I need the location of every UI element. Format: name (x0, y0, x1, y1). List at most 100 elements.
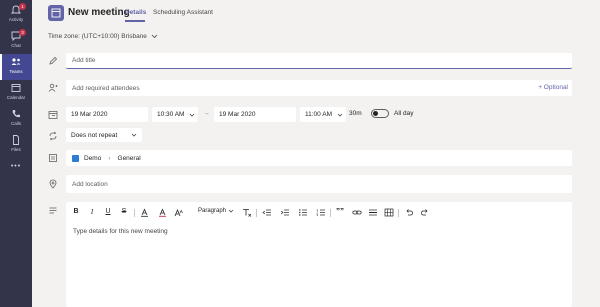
toolbar-divider (134, 209, 135, 217)
bullet-list-button[interactable] (298, 208, 308, 217)
bold-button[interactable]: B (72, 208, 80, 215)
bell-icon: 1 (10, 3, 26, 15)
attendees-placeholder: Add required attendees (72, 84, 140, 92)
svg-text:3: 3 (317, 213, 319, 217)
redo-button[interactable] (420, 208, 430, 217)
font-size-button[interactable] (174, 208, 183, 217)
timezone-label: Time zone: (UTC+10:00) Brisbane (48, 33, 147, 40)
channel-picker[interactable]: Demo › General (66, 150, 572, 166)
more-apps-button[interactable]: ••• (0, 163, 32, 175)
rail-item-chat[interactable]: 3 Chat (0, 28, 32, 54)
end-time-picker[interactable]: 11:00 AM (300, 107, 346, 122)
meeting-header: New meeting Details Scheduling Assistant (32, 0, 600, 28)
rail-item-label: Calendar (6, 95, 26, 100)
rail-item-calendar[interactable]: Calendar (0, 80, 32, 106)
end-time-value: 11:00 AM (305, 111, 332, 118)
font-size-icon (174, 208, 183, 217)
all-day-label: All day (394, 110, 414, 117)
decrease-indent-button[interactable] (262, 208, 272, 217)
toolbar-divider (256, 209, 257, 217)
start-time-value: 10:30 AM (157, 111, 185, 118)
format-toolbar: B I U S Paragraph 123 ”” (66, 206, 572, 220)
quote-button[interactable]: ”” (336, 207, 344, 216)
increase-indent-icon (280, 209, 289, 216)
location-input[interactable]: Add location (66, 175, 572, 193)
details-icon (48, 206, 58, 216)
app-rail: 1 Activity 3 Chat Teams Calendar Calls F… (0, 0, 32, 307)
calendar-icon (48, 5, 64, 21)
page-title: New meeting (68, 7, 130, 18)
chat-icon: 3 (10, 29, 26, 41)
start-date-picker[interactable]: 19 Mar 2020 (66, 107, 148, 122)
details-placeholder: Type details for this new meeting (73, 228, 168, 235)
team-name: Demo (84, 154, 102, 162)
rail-item-teams[interactable]: Teams (0, 54, 32, 80)
duration-label: 30m (349, 110, 362, 117)
more-icon: ••• (10, 163, 22, 170)
highlight-button[interactable] (140, 208, 149, 217)
paragraph-dropdown[interactable]: Paragraph (198, 208, 234, 214)
rail-item-activity[interactable]: 1 Activity (0, 2, 32, 28)
chevron-right-icon: › (108, 154, 111, 162)
rail-item-label: Calls (10, 121, 21, 126)
decrease-indent-icon (262, 209, 271, 216)
clock-icon (48, 110, 58, 120)
chevron-down-icon (131, 133, 137, 137)
strikethrough-button[interactable]: S (120, 208, 128, 215)
font-color-button[interactable] (158, 208, 167, 217)
numbered-list-icon: 123 (317, 208, 325, 217)
active-tab-indicator (125, 20, 145, 22)
rail-item-label: Chat (11, 43, 21, 48)
horizontal-rule-button[interactable] (368, 208, 378, 217)
horizontal-rule-icon (369, 209, 377, 216)
end-date-picker[interactable]: 19 Mar 2020 (214, 107, 296, 122)
channel-icon (48, 153, 58, 163)
location-placeholder: Add location (72, 180, 108, 188)
chevron-down-icon (228, 209, 234, 213)
toolbar-divider (330, 209, 331, 217)
calendar-icon (10, 83, 22, 93)
rail-item-files[interactable]: Files (0, 132, 32, 158)
underline-button[interactable]: U (104, 208, 112, 215)
clear-formatting-icon (243, 209, 252, 217)
all-day-toggle[interactable] (371, 109, 389, 118)
start-time-picker[interactable]: 10:30 AM (152, 107, 198, 122)
teams-icon (10, 57, 22, 67)
rail-item-label: Activity (8, 17, 24, 22)
chevron-down-icon (151, 34, 158, 39)
tab-scheduling-assistant[interactable]: Scheduling Assistant (153, 9, 213, 16)
phone-icon (10, 109, 22, 119)
undo-button[interactable] (404, 208, 414, 217)
optional-attendees-link[interactable]: + Optional (538, 84, 568, 91)
file-icon (10, 135, 22, 145)
team-icon (72, 154, 79, 162)
end-date-value: 19 Mar 2020 (219, 111, 256, 118)
paragraph-label: Paragraph (198, 208, 227, 214)
insert-table-button[interactable] (384, 208, 394, 217)
bullet-list-icon (299, 209, 307, 216)
redo-icon (421, 209, 428, 216)
italic-button[interactable]: I (88, 208, 96, 216)
pencil-icon (48, 56, 58, 66)
tab-details[interactable]: Details (125, 9, 146, 16)
arrow-right-icon: → (203, 110, 210, 117)
link-icon (352, 210, 362, 215)
repeat-dropdown[interactable]: Does not repeat (66, 128, 142, 142)
location-icon (48, 179, 58, 189)
clear-formatting-button[interactable] (242, 208, 252, 217)
increase-indent-button[interactable] (280, 208, 290, 217)
timezone-selector[interactable]: Time zone: (UTC+10:00) Brisbane (48, 33, 158, 40)
table-icon (384, 208, 394, 217)
rail-item-label: Teams (9, 69, 23, 74)
details-editor[interactable]: B I U S Paragraph 123 ”” Type details fo… (66, 202, 572, 307)
title-input[interactable]: Add title (66, 53, 572, 69)
highlight-icon (141, 208, 148, 217)
numbered-list-button[interactable]: 123 (316, 208, 326, 217)
rail-item-calls[interactable]: Calls (0, 106, 32, 132)
chevron-down-icon (337, 113, 343, 117)
undo-icon (406, 209, 413, 216)
attendees-input[interactable]: Add required attendees + Optional (66, 80, 572, 96)
insert-link-button[interactable] (352, 208, 362, 217)
toolbar-divider (398, 209, 399, 217)
title-placeholder: Add title (72, 57, 96, 64)
